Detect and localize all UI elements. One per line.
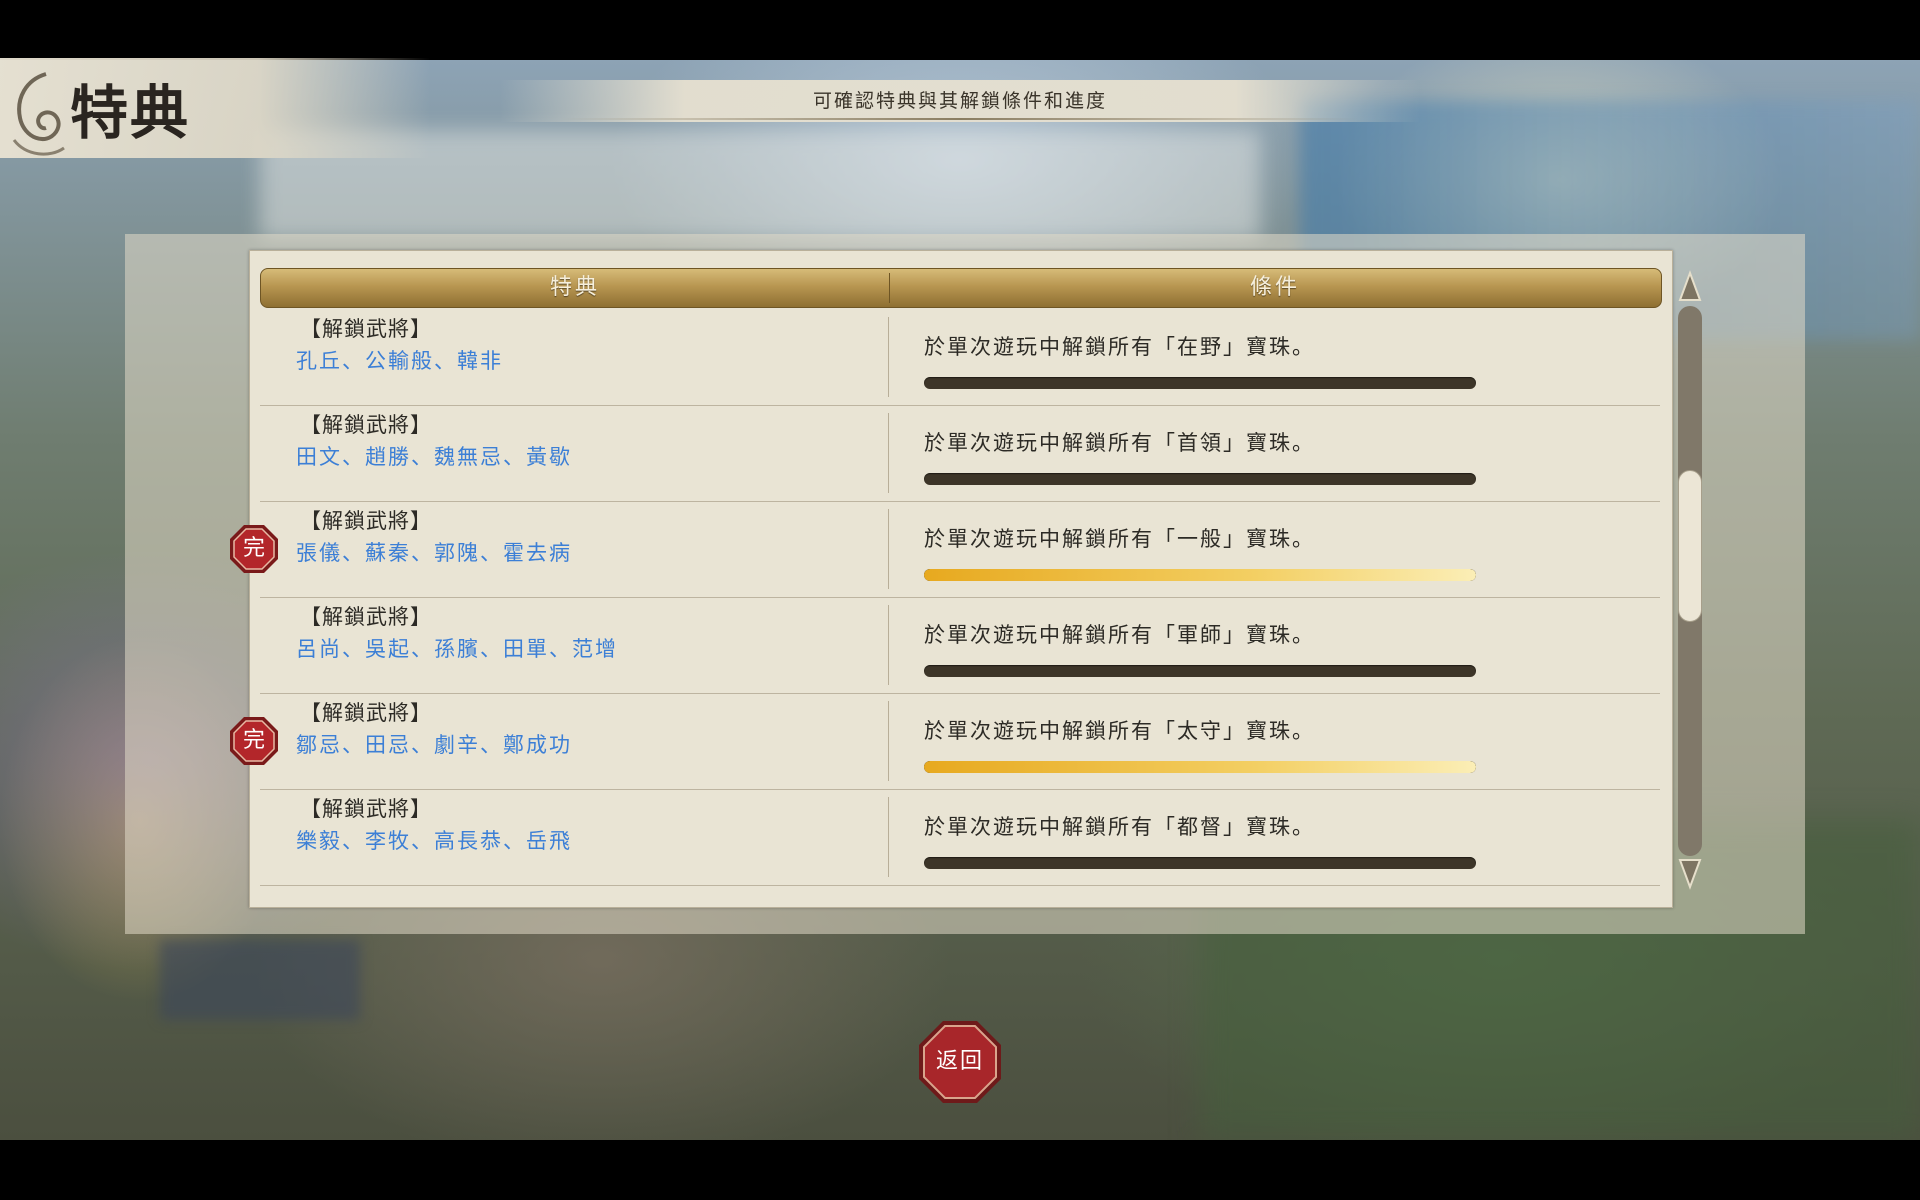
unlock-condition: 於單次遊玩中解鎖所有「太守」寶珠。 — [924, 719, 1315, 743]
scroll-down-arrow-icon[interactable] — [1678, 856, 1702, 890]
progress-bar — [924, 665, 1476, 677]
unlock-condition: 於單次遊玩中解鎖所有「都督」寶珠。 — [924, 815, 1315, 839]
column-header-condition: 條件 — [1249, 275, 1300, 300]
reward-officers: 呂尚、吳起、孫臏、田單、范增 — [296, 637, 618, 661]
reward-officers: 鄒忌、田忌、劇辛、鄭成功 — [296, 733, 572, 757]
swirl-ornament-icon — [12, 72, 65, 156]
complete-badge-label: 完 — [242, 728, 265, 753]
unlock-condition: 於單次遊玩中解鎖所有「在野」寶珠。 — [924, 335, 1315, 359]
column-divider — [888, 605, 889, 685]
progress-bar — [924, 569, 1476, 581]
back-button-label: 返回 — [935, 1049, 984, 1074]
scroll-up-arrow-icon[interactable] — [1678, 270, 1702, 304]
scrollbar-thumb[interactable] — [1678, 470, 1702, 622]
table-row[interactable]: 【解鎖武將】 孔丘、公輸般、韓非 於單次遊玩中解鎖所有「在野」寶珠。 — [260, 309, 1660, 406]
letterbox-top — [0, 0, 1920, 60]
reward-officers: 樂毅、李牧、高長恭、岳飛 — [296, 829, 572, 853]
progress-fill — [924, 569, 1476, 581]
page-title: 特典 — [70, 79, 191, 147]
unlock-condition: 於單次遊玩中解鎖所有「首領」寶珠。 — [924, 431, 1315, 455]
progress-bar — [924, 377, 1476, 389]
progress-fill — [924, 761, 1476, 773]
table-row[interactable]: 【解鎖武將】 田文、趙勝、魏無忌、黃歇 於單次遊玩中解鎖所有「首領」寶珠。 — [260, 405, 1660, 502]
table-row[interactable]: 完 【解鎖武將】 鄒忌、田忌、劇辛、鄭成功 於單次遊玩中解鎖所有「太守」寶珠。 — [230, 693, 1660, 790]
subtitle-divider — [560, 118, 1360, 120]
reward-officers: 田文、趙勝、魏無忌、黃歇 — [296, 445, 572, 469]
reward-category: 【解鎖武將】 — [300, 605, 432, 629]
reward-category: 【解鎖武將】 — [300, 317, 432, 341]
reward-category: 【解鎖武將】 — [300, 413, 432, 437]
letterbox-bottom — [0, 1140, 1920, 1200]
reward-officers: 孔丘、公輸般、韓非 — [296, 349, 503, 373]
page-subtitle: 可確認特典與其解鎖條件和進度 — [812, 90, 1107, 112]
complete-badge: 完 — [228, 715, 280, 767]
column-header-reward: 特典 — [549, 275, 600, 300]
column-divider — [888, 797, 889, 877]
reward-category: 【解鎖武將】 — [300, 701, 432, 725]
column-divider — [888, 413, 889, 493]
reward-officers: 張儀、蘇秦、郭隗、霍去病 — [296, 541, 572, 565]
unlock-condition: 於單次遊玩中解鎖所有「一般」寶珠。 — [924, 527, 1315, 551]
table-header: 特典 條件 — [260, 268, 1662, 308]
progress-bar — [924, 761, 1476, 773]
column-divider — [888, 317, 889, 397]
column-divider — [888, 509, 889, 589]
progress-bar — [924, 857, 1476, 869]
column-divider — [888, 701, 889, 781]
table-row[interactable]: 完 【解鎖武將】 張儀、蘇秦、郭隗、霍去病 於單次遊玩中解鎖所有「一般」寶珠。 — [230, 501, 1660, 598]
unlock-condition: 於單次遊玩中解鎖所有「軍師」寶珠。 — [924, 623, 1315, 647]
reward-category: 【解鎖武將】 — [300, 509, 432, 533]
back-button[interactable]: 返回 — [917, 1019, 1003, 1105]
table-row[interactable]: 【解鎖武將】 樂毅、李牧、高長恭、岳飛 於單次遊玩中解鎖所有「都督」寶珠。 — [260, 789, 1660, 886]
complete-badge: 完 — [228, 523, 280, 575]
progress-bar — [924, 473, 1476, 485]
table-row[interactable]: 【解鎖武將】 呂尚、吳起、孫臏、田單、范增 於單次遊玩中解鎖所有「軍師」寶珠。 — [260, 597, 1660, 694]
reward-category: 【解鎖武將】 — [300, 797, 432, 821]
rewards-panel: 特典 條件 【解鎖武將】 孔丘、公輸般、韓非 於單次遊玩中解鎖所有「在野」寶珠。… — [230, 250, 1673, 908]
complete-badge-label: 完 — [242, 536, 265, 561]
